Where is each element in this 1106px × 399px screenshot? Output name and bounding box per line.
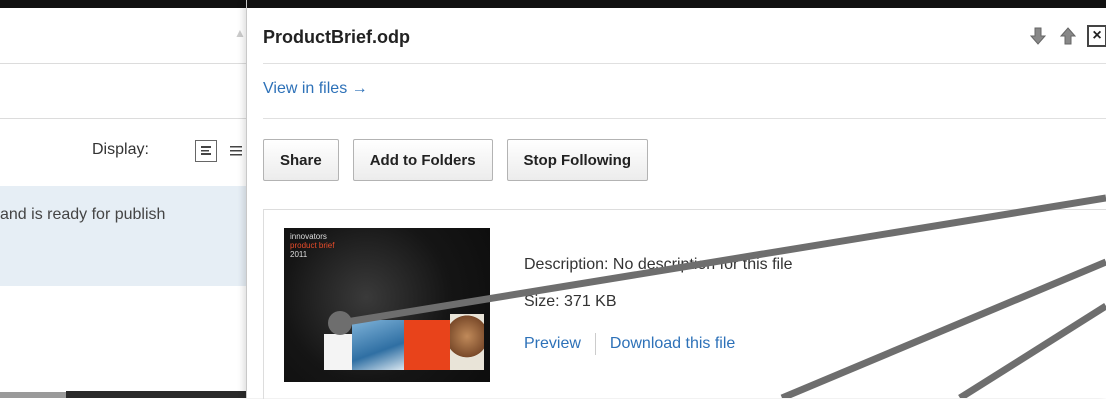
panel-divider <box>263 118 1106 119</box>
panel-toolbar: × <box>1027 24 1106 48</box>
arrow-down-icon[interactable] <box>1027 24 1049 48</box>
panel-top-bar <box>247 0 1106 8</box>
background-top-bar <box>0 0 262 8</box>
download-link[interactable]: Download this file <box>610 335 735 353</box>
preview-link[interactable]: Preview <box>524 335 581 353</box>
close-icon[interactable]: × <box>1087 25 1106 47</box>
action-buttons: Share Add to Folders Stop Following <box>263 139 649 181</box>
background-scroll-icon: ▲ <box>234 26 246 40</box>
display-list-icon[interactable] <box>229 140 243 162</box>
view-in-files-link[interactable]: View in files → <box>263 80 368 98</box>
background-row-text: and is ready for publish <box>0 206 166 223</box>
background-strip <box>0 392 66 398</box>
thumbnail-text: innovators <box>290 232 327 241</box>
add-to-folders-button[interactable]: Add to Folders <box>352 139 493 181</box>
background-selected-row[interactable] <box>0 186 246 286</box>
thumbnail-text: product brief <box>290 241 335 250</box>
link-separator <box>594 333 596 355</box>
background-divider <box>0 118 246 119</box>
display-details-icon[interactable] <box>195 140 217 162</box>
file-links: Preview Download this file <box>524 333 735 355</box>
file-thumbnail[interactable]: innovators product brief 2011 <box>284 228 490 382</box>
thumbnail-text: 2011 <box>290 250 308 259</box>
background-divider <box>0 63 246 64</box>
arrow-up-icon[interactable] <box>1057 24 1079 48</box>
file-details-flyout: ProductBrief.odp × View in files → Share… <box>246 0 1106 399</box>
share-button[interactable]: Share <box>263 139 339 181</box>
panel-divider <box>263 63 1106 64</box>
display-label: Display: <box>92 141 149 158</box>
thumbnail-tile <box>450 314 484 370</box>
file-title: ProductBrief.odp <box>263 27 410 47</box>
thumbnail-tile <box>324 334 352 370</box>
thumbnail-tile <box>352 320 404 370</box>
thumbnail-tile <box>404 320 450 370</box>
file-size: Size: 371 KB <box>524 293 617 310</box>
stop-following-button[interactable]: Stop Following <box>506 139 649 181</box>
file-description: Description: No description for this fil… <box>524 256 793 273</box>
